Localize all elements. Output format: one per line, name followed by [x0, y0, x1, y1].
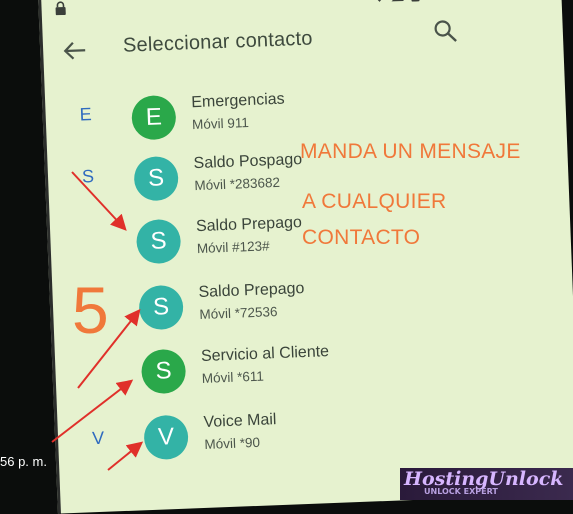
contact-name: Servicio al Cliente — [200, 343, 330, 366]
lock-icon — [55, 1, 66, 16]
page-title: Seleccionar contacto — [122, 27, 314, 57]
contact-avatar: S — [140, 348, 187, 395]
contact-avatar: E — [131, 94, 177, 141]
wifi-icon — [371, 0, 388, 2]
contact-phone: Móvil 911 — [191, 115, 250, 133]
contact-avatar: S — [133, 155, 180, 202]
back-arrow-icon[interactable] — [61, 38, 88, 63]
section-letter-v: V — [91, 427, 105, 449]
contact-phone: Móvil #123# — [196, 238, 270, 257]
contact-phone: Móvil *611 — [201, 368, 265, 386]
contact-name: Voice Mail — [203, 411, 277, 431]
contact-phone: Móvil *90 — [204, 434, 261, 452]
contact-name: Saldo Pospago — [193, 150, 303, 173]
section-letter-e: E — [79, 104, 93, 125]
contact-row[interactable]: S Saldo Prepago Móvil #123# — [135, 207, 478, 272]
contact-row[interactable]: V Voice Mail Móvil *90 — [143, 403, 485, 468]
status-icons — [371, 0, 420, 2]
contact-row[interactable]: S Saldo Pospago Móvil *283682 — [133, 144, 475, 209]
contact-row[interactable]: S Servicio al Cliente Móvil *611 — [140, 337, 483, 402]
contact-phone: Móvil *283682 — [194, 174, 281, 194]
contact-avatar: S — [138, 284, 184, 331]
contact-phone: Móvil *72536 — [199, 304, 278, 323]
contact-name: Saldo Prepago — [195, 214, 303, 236]
battery-icon — [411, 0, 420, 2]
contact-name: Emergencias — [190, 90, 285, 112]
section-letter-s: S — [81, 165, 95, 187]
contact-row[interactable]: E Emergencias Móvil 911 — [131, 83, 473, 148]
search-icon[interactable] — [432, 18, 459, 45]
phone-screen: Seleccionar contacto E S V E Emergencias… — [38, 0, 573, 514]
contact-row[interactable]: S Saldo Prepago Móvil *72536 — [138, 273, 480, 338]
app-bar: Seleccionar contacto — [42, 8, 563, 76]
contact-name: Saldo Prepago — [198, 279, 305, 302]
contact-avatar: V — [143, 414, 189, 461]
contact-avatar: S — [135, 218, 182, 265]
signal-icon — [391, 0, 404, 2]
time-label: 56 p. m. — [0, 454, 47, 469]
